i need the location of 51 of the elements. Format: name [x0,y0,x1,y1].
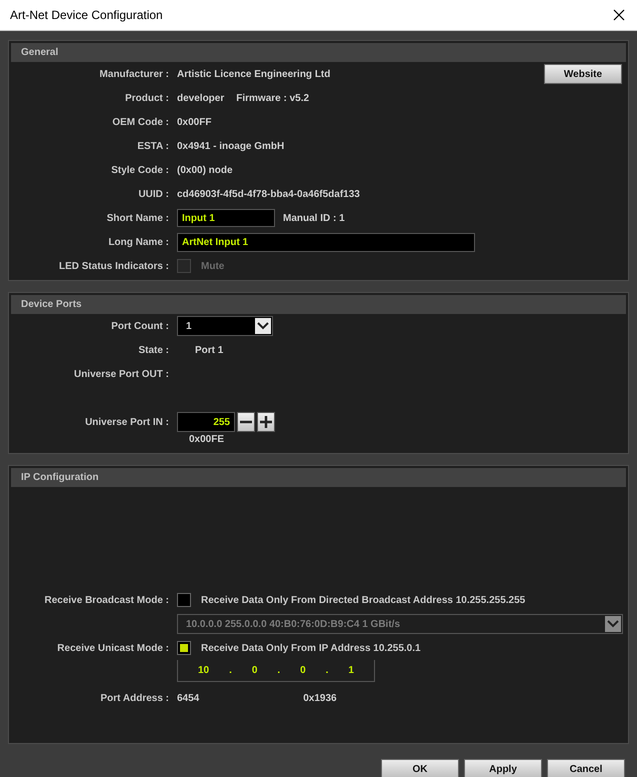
field-label: Port Address : [99,692,169,704]
dialog-button[interactable]: Apply [464,759,542,777]
field-value: cd46903f-4f5d-4f78-bba4-0a46f5daf133 [177,188,360,200]
network-adapter-dropdown: 10.0.0.0 255.0.0.0 40:B0:76:0D:B9:C4 1 GBit/s [177,614,623,634]
field-value: 6454 [177,692,200,704]
short-name-field[interactable]: Input 1 [177,209,275,227]
field-value: developer [177,92,224,104]
field-label: Style Code : [110,164,169,176]
minus-button[interactable] [237,412,255,432]
field-value: 0x00FF [177,116,212,128]
website-button[interactable]: Website [544,64,622,84]
field-label: Universe Port OUT : [72,368,169,380]
port-count-dropdown[interactable]: 1 [177,316,273,336]
field-label: Receive Unicast Mode : [56,642,169,654]
window-title: Art-Net Device Configuration [10,8,163,22]
plus-button[interactable] [257,412,275,432]
section-header: General [11,43,626,62]
section-header: Device Ports [11,295,626,314]
field-value: Manual ID : 1 [283,212,345,224]
field-value: Firmware : v5.2 [236,92,310,104]
checkbox[interactable] [177,641,191,655]
field-value: Artistic Licence Engineering Ltd [177,68,330,80]
checkbox[interactable] [177,593,191,607]
universe-field[interactable]: 255 [177,412,235,432]
ip-address-field[interactable]: 10 . 0 . 0 . 1 [177,660,375,682]
field-label: LED Status Indicators : [58,260,169,272]
hex-value: 0x00FE [189,434,224,445]
field-label: OEM Code : [111,116,169,128]
field-label: Receive Broadcast Mode : [44,594,169,606]
field-label: Manufacturer : [98,68,169,80]
field-value: 0x1936 [303,692,337,704]
field-value: 0x4941 - inoage GmbH [177,140,284,152]
field-label: Long Name : [107,236,169,248]
plus-icon [260,416,272,428]
field-label: Universe Port IN : [84,416,169,428]
dialog-button[interactable]: OK [381,759,459,777]
checkbox-label: Mute [201,260,224,272]
field-label: Product : [124,92,169,104]
close-icon[interactable] [613,9,625,21]
long-name-field[interactable]: ArtNet Input 1 [177,232,475,252]
field-label: UUID : [137,188,169,200]
field-value: (0x00) node [177,164,233,176]
section-header: IP Configuration [11,468,626,487]
field-label: State : [137,344,169,356]
field-label: Short Name : [106,212,169,224]
dialog-button[interactable]: Cancel [547,759,625,777]
field-value: Port 1 [195,344,224,356]
checkbox-label: Receive Data Only From IP Address 10.255.0.1 [201,642,421,654]
field-label: Port Count : [110,320,169,332]
field-label: ESTA : [136,140,169,152]
checkbox-label: Receive Data Only From Directed Broadcast Address 10.255.255.255 [201,594,526,606]
